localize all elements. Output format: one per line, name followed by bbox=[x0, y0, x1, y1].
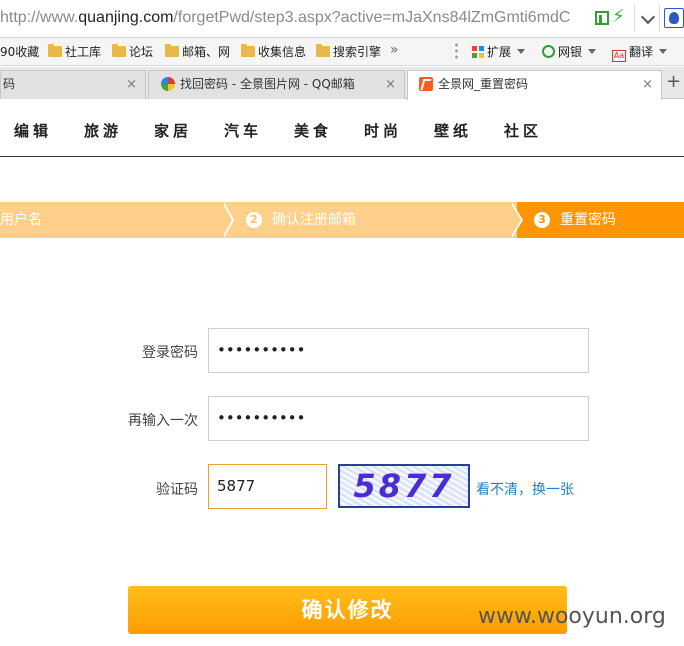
folder-icon bbox=[316, 44, 330, 57]
step-3-active: 3 重置密码 bbox=[534, 202, 616, 238]
bookmark-label: 邮箱、网 bbox=[182, 45, 231, 59]
address-bar[interactable]: http://www.quanjing.com/forgetPwd/step3.… bbox=[0, 0, 684, 38]
yen-icon bbox=[542, 45, 555, 58]
password-input[interactable]: •••••••••• bbox=[208, 328, 589, 373]
password-label: 登录密码 bbox=[142, 345, 198, 361]
confirm-password-input[interactable]: •••••••••• bbox=[208, 396, 589, 441]
step-divider bbox=[510, 202, 521, 238]
captcha-label: 验证码 bbox=[156, 482, 198, 498]
bookmarks-bar: 90收藏 社工库 论坛 邮箱、网 收集信息 搜索引擎 » 扩展 网银 Aa 翻译 bbox=[0, 38, 684, 66]
caret-down-icon bbox=[588, 49, 597, 54]
bookmark-label: 搜索引擎 bbox=[333, 45, 382, 59]
nav-item-car[interactable]: 汽车 bbox=[224, 120, 262, 141]
step-number: 2 bbox=[246, 212, 262, 228]
folder-icon bbox=[241, 44, 255, 57]
captcha-image[interactable]: 5877 bbox=[338, 464, 470, 508]
caret-down-icon bbox=[659, 49, 668, 54]
nav-item-travel[interactable]: 旅游 bbox=[84, 120, 122, 141]
refresh-captcha-link[interactable]: 看不清，换一张 bbox=[476, 479, 574, 499]
close-tab-icon[interactable]: × bbox=[126, 71, 137, 98]
online-bank-button[interactable]: 网银 bbox=[542, 44, 597, 60]
tab-title: 全景网_重置密码 bbox=[438, 77, 529, 91]
step-label: 重置密码 bbox=[560, 212, 616, 228]
step-label: 确认注册邮箱 bbox=[272, 212, 356, 228]
bookmark-folder-collect[interactable]: 收集信息 bbox=[241, 44, 306, 60]
confirm-password-label: 再输入一次 bbox=[128, 413, 198, 429]
bookmark-label: 论坛 bbox=[129, 45, 154, 59]
quanjing-favicon-icon bbox=[419, 77, 433, 91]
bookmark-folder-search[interactable]: 搜索引擎 bbox=[316, 44, 381, 60]
baidu-search-icon[interactable] bbox=[664, 8, 684, 28]
lightning-icon[interactable]: ⚡ bbox=[612, 6, 625, 27]
bookmark-label: 收集信息 bbox=[258, 45, 307, 59]
nav-item-edit[interactable]: 编辑 bbox=[14, 120, 52, 141]
translate-icon: Aa bbox=[612, 50, 626, 62]
nav-item-wallpaper[interactable]: 壁纸 bbox=[434, 120, 472, 141]
more-bookmarks-button[interactable]: » bbox=[390, 42, 399, 58]
step-label: 用户名 bbox=[0, 212, 42, 228]
step-1: 用户名 bbox=[0, 202, 42, 238]
close-tab-icon[interactable]: × bbox=[642, 71, 653, 98]
url-path: /forgetPwd/step3.aspx?active=mJaXns84lZm… bbox=[173, 9, 571, 26]
folder-icon bbox=[112, 44, 126, 57]
chevron-down-icon[interactable] bbox=[634, 4, 660, 32]
bookmark-label: 90收藏 bbox=[0, 45, 40, 59]
tab-3-active[interactable]: 全景网_重置密码 × bbox=[407, 70, 662, 100]
step-progress: 用户名 2 确认注册邮箱 3 重置密码 bbox=[0, 202, 684, 238]
bookmark-folder-forum[interactable]: 论坛 bbox=[112, 44, 153, 60]
bookmark-label: 社工库 bbox=[65, 45, 102, 59]
folder-icon bbox=[48, 44, 62, 57]
extensions-label: 扩展 bbox=[487, 45, 512, 59]
tab-2[interactable]: 找回密码 - 全景图片网 - QQ邮箱 × bbox=[148, 70, 405, 99]
browser-favicon-icon bbox=[161, 77, 175, 91]
translate-label: 翻译 bbox=[629, 45, 654, 59]
extensions-button[interactable]: 扩展 bbox=[472, 44, 526, 60]
new-tab-button[interactable]: + bbox=[666, 71, 681, 92]
url-text[interactable]: http://www.quanjing.com/forgetPwd/step3.… bbox=[0, 9, 588, 29]
nav-item-home[interactable]: 家居 bbox=[154, 120, 192, 141]
bookmark-folder-sgk[interactable]: 社工库 bbox=[48, 44, 101, 60]
caret-down-icon bbox=[517, 49, 526, 54]
tab-title: 找回密码 - 全景图片网 - QQ邮箱 bbox=[180, 77, 355, 91]
tab-strip: 码 × 找回密码 - 全景图片网 - QQ邮箱 × 全景网_重置密码 × + bbox=[0, 67, 684, 100]
nav-item-community[interactable]: 社区 bbox=[504, 120, 542, 141]
site-nav: 编辑 旅游 家居 汽车 美食 时尚 壁纸 社区 bbox=[0, 100, 684, 157]
nav-item-fashion[interactable]: 时尚 bbox=[364, 120, 402, 141]
apps-grid-icon bbox=[472, 46, 484, 58]
nav-item-food[interactable]: 美食 bbox=[294, 120, 332, 141]
folder-icon bbox=[165, 44, 179, 57]
close-tab-icon[interactable]: × bbox=[385, 71, 396, 98]
step-number: 3 bbox=[534, 212, 550, 228]
url-domain: quanjing.com bbox=[78, 9, 174, 26]
bookmark-90[interactable]: 90收藏 bbox=[0, 44, 39, 60]
bookmark-folder-mail[interactable]: 邮箱、网 bbox=[165, 44, 230, 60]
tab-1[interactable]: 码 × bbox=[0, 70, 146, 99]
toolbar-separator bbox=[455, 42, 458, 60]
tab-title: 码 bbox=[3, 77, 16, 91]
watermark: www.wooyun.org bbox=[478, 604, 666, 629]
qr-code-icon[interactable] bbox=[595, 11, 609, 25]
step-divider bbox=[222, 202, 232, 238]
online-bank-label: 网银 bbox=[558, 45, 583, 59]
translate-button[interactable]: Aa 翻译 bbox=[612, 44, 668, 62]
step-2: 2 确认注册邮箱 bbox=[246, 202, 356, 238]
captcha-input[interactable]: 5877 bbox=[208, 464, 327, 509]
url-prefix: http://www. bbox=[0, 9, 79, 26]
